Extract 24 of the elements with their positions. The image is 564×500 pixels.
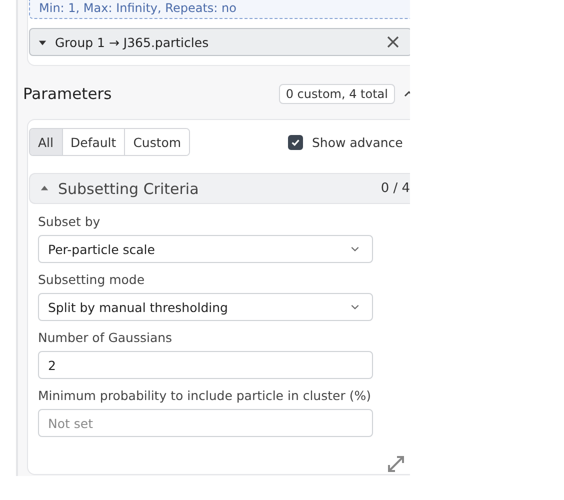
chevron-icon bbox=[350, 244, 360, 254]
input-field[interactable]: 2 bbox=[38, 351, 373, 379]
info-text: Min: 1, Max: Infinity, Repeats: no bbox=[39, 1, 236, 15]
field-label: Subsetting mode bbox=[38, 272, 146, 287]
chevron-icon bbox=[350, 302, 360, 312]
select-field[interactable]: Split by manual thresholding bbox=[38, 293, 373, 321]
checkbox[interactable] bbox=[288, 134, 303, 150]
group-chip[interactable]: Group 1 → J365.particles bbox=[29, 28, 410, 56]
field-label: Minimum probability to include particle in cluster (%) bbox=[38, 388, 372, 403]
parameter-count: 0 custom, 4 total bbox=[278, 84, 395, 104]
filter-tab[interactable]: Custom bbox=[124, 129, 190, 155]
field-label: Number of Gaussians bbox=[38, 330, 174, 345]
input-field[interactable]: Not set bbox=[38, 409, 373, 437]
checkbox-label: Show advance bbox=[312, 134, 403, 150]
section-count: 0 / 4 bbox=[380, 181, 410, 196]
select-field[interactable]: Per-particle scale bbox=[38, 235, 373, 263]
group-label: Group 1 → J365.particles bbox=[55, 34, 210, 50]
close-icon[interactable] bbox=[387, 36, 399, 48]
field-label: Subset by bbox=[38, 214, 102, 229]
section-title: Subsetting Criteria bbox=[58, 180, 200, 198]
section-title: Parameters bbox=[23, 85, 113, 103]
expand-icon[interactable] bbox=[386, 454, 406, 474]
section-header[interactable]: Subsetting Criteria 0 / 4 bbox=[29, 173, 410, 204]
filter-tab[interactable]: All bbox=[30, 129, 62, 155]
